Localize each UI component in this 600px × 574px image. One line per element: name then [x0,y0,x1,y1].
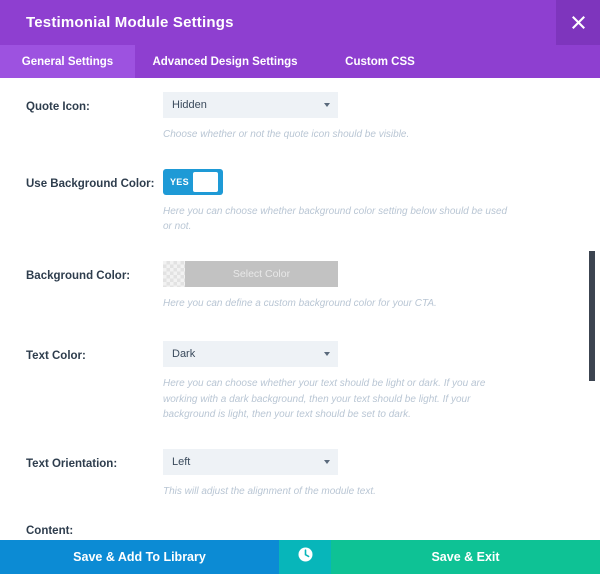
field-background-color-description: Here you can define a custom background … [163,297,437,309]
field-use-background-color-label: Use Background Color: [26,177,155,190]
close-icon [571,16,585,29]
field-quote-icon-description: Choose whether or not the quote icon sho… [163,129,410,140]
toggle-knob [192,171,218,192]
field-text-orientation-label: Text Orientation: [26,457,118,470]
text-color-select-value: Dark [172,348,196,360]
modal-footer: Save & Add To Library Save & Exit [0,540,600,574]
content-label: Content: [26,525,74,537]
field-use-background-color-description: Here you can choose whether background c… [163,205,508,233]
field-text-color: Text Color: Dark Here you can choose whe… [0,341,600,423]
content-section: Content: ADD MEDIA Visual Text [0,525,600,540]
use-background-color-toggle-label: YES [170,176,189,187]
text-color-select[interactable]: Dark [163,341,338,367]
quote-icon-select[interactable]: Hidden [163,92,338,118]
field-use-background-color: Use Background Color: YES Here you can c… [0,168,600,235]
save-and-add-to-library-button[interactable]: Save & Add To Library [0,540,279,574]
modal-header: Testimonial Module Settings [0,0,600,45]
page-title: Testimonial Module Settings [26,14,234,31]
field-background-color: Background Color: Select Color Here you … [0,260,600,312]
tab-general-settings[interactable]: General Settings [0,45,135,78]
field-text-orientation: Text Orientation: Left This will adjust … [0,448,600,500]
background-color-picker: Select Color [163,260,338,287]
field-text-color-label: Text Color: [26,350,86,362]
chevron-down-icon [324,103,330,107]
history-clock-icon [297,546,314,568]
settings-scroll-area[interactable]: Quote Icon: Hidden Choose whether or not… [0,78,600,540]
tab-general-settings-label: General Settings [21,55,114,68]
tab-advanced-design-settings[interactable]: Advanced Design Settings [135,45,315,78]
quote-icon-select-value: Hidden [172,99,207,111]
text-orientation-select-value: Left [172,455,191,468]
text-orientation-select[interactable]: Left [163,448,338,475]
field-quote-icon-label: Quote Icon: [26,101,90,113]
tab-advanced-design-settings-label: Advanced Design Settings [152,55,298,68]
chevron-down-icon [324,352,330,356]
select-color-button[interactable]: Select Color [185,260,338,287]
field-text-color-description: Here you can choose whether your text sh… [163,378,486,420]
vertical-scrollbar[interactable] [588,78,596,540]
close-button[interactable] [556,0,600,45]
history-button[interactable] [279,540,331,574]
field-text-orientation-description: This will adjust the alignment of the mo… [163,485,376,497]
settings-tab-bar: General Settings Advanced Design Setting… [0,45,600,78]
field-background-color-label: Background Color: [26,269,131,282]
tab-custom-css-label: Custom CSS [345,55,415,68]
color-swatch-preview[interactable] [163,260,185,287]
field-quote-icon: Quote Icon: Hidden Choose whether or not… [0,92,600,143]
use-background-color-toggle[interactable]: YES [163,168,223,195]
testimonial-module-settings-modal: Testimonial Module Settings General Sett… [0,0,600,574]
scrollbar-thumb[interactable] [589,251,595,381]
chevron-down-icon [324,459,330,464]
save-and-exit-button[interactable]: Save & Exit [331,540,600,574]
tab-custom-css[interactable]: Custom CSS [315,45,445,78]
